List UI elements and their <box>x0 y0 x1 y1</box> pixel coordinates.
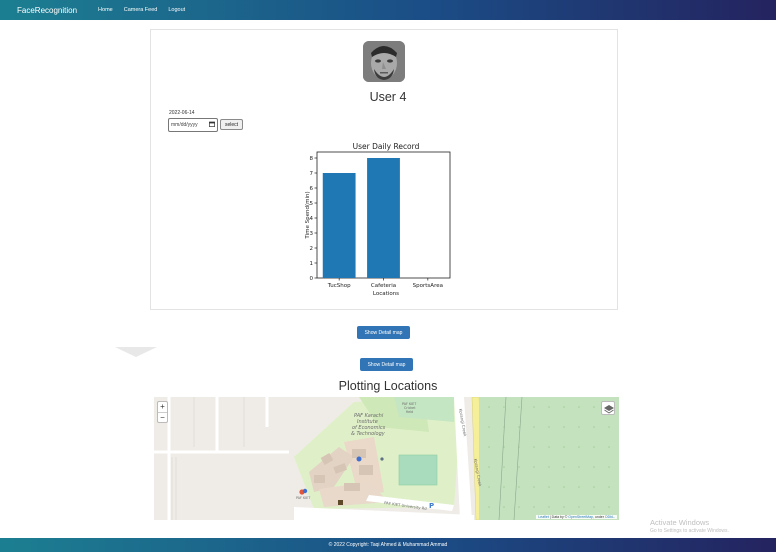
attribution-text: | Data by © <box>548 515 569 519</box>
show-detail-map-button-2[interactable]: Show Detail map <box>360 358 413 371</box>
layers-icon[interactable] <box>601 401 615 415</box>
activate-windows-watermark: Activate Windows Go to Settings to activ… <box>650 518 729 534</box>
avatar <box>363 41 405 82</box>
zoom-out-button[interactable]: − <box>158 412 167 422</box>
x-tick-label: SportsArea <box>413 283 443 289</box>
nav-logout[interactable]: Logout <box>168 7 185 13</box>
date-input[interactable]: mm/dd/yyyy <box>168 118 218 132</box>
x-axis-label: Locations <box>373 291 399 297</box>
svg-text:P: P <box>429 502 434 510</box>
svg-text:PAF Karachi Institute: PAF Karachi Institute of Economics & Tec… <box>351 413 387 437</box>
attribution-under: , under <box>593 515 605 519</box>
chart-title: User Daily Record <box>353 142 420 151</box>
location-map[interactable]: P PAF Karachi Institute of Economics & T… <box>154 397 619 520</box>
show-detail-map-button[interactable]: Show Detail map <box>357 326 410 339</box>
user-name: User 4 <box>369 90 407 104</box>
y-tick-label: 6 <box>310 186 314 192</box>
map-attribution: Leaflet | Data by © OpenStreetMap, under… <box>536 515 617 519</box>
y-tick-label: 1 <box>310 261 314 267</box>
plot-locations-title: Plotting Locations <box>338 379 438 393</box>
navbar: FaceRecognition Home Camera Feed Logout <box>0 0 776 20</box>
bar-cafeteria <box>367 158 400 278</box>
map-zoom-control: + − <box>157 401 168 423</box>
calendar-icon[interactable] <box>209 121 215 129</box>
user-daily-record-chart: User Daily Record 012345678 TucShop Cafet… <box>305 142 451 297</box>
y-tick-label: 0 <box>310 276 314 282</box>
y-axis-label: Time Spend(min) <box>305 191 311 239</box>
odbl-link[interactable]: ODbL. <box>605 515 615 519</box>
watermark-line-2: Go to Settings to activate Windows. <box>650 528 729 534</box>
selected-date: 2022-06-14 <box>169 110 195 116</box>
date-input-placeholder: mm/dd/yyyy <box>171 122 198 128</box>
x-tick-label: Cafeteria <box>371 283 396 289</box>
brand-link[interactable]: FaceRecognition <box>17 6 77 15</box>
nav-camera-feed[interactable]: Camera Feed <box>124 7 158 13</box>
osm-link[interactable]: OpenStreetMap <box>568 515 593 519</box>
select-button[interactable]: select <box>220 119 243 130</box>
x-tick-label: TucShop <box>327 283 351 289</box>
svg-text:PAF KIET: PAF KIET <box>296 496 311 500</box>
watermark-line-1: Activate Windows <box>650 518 710 527</box>
decorative-triangle <box>115 347 157 357</box>
y-tick-label: 2 <box>310 246 314 252</box>
bar-tucshop <box>322 173 356 278</box>
footer-copyright: © 2022 Copyright: Taqi Ahmed & Muhammad … <box>328 542 448 548</box>
leaflet-link[interactable]: Leaflet <box>538 515 549 519</box>
y-tick-label: 7 <box>310 171 314 177</box>
footer: © 2022 Copyright: Taqi Ahmed & Muhammad … <box>0 538 776 552</box>
nav-home[interactable]: Home <box>98 7 113 13</box>
y-tick-label: 8 <box>310 156 314 162</box>
zoom-in-button[interactable]: + <box>160 402 165 412</box>
